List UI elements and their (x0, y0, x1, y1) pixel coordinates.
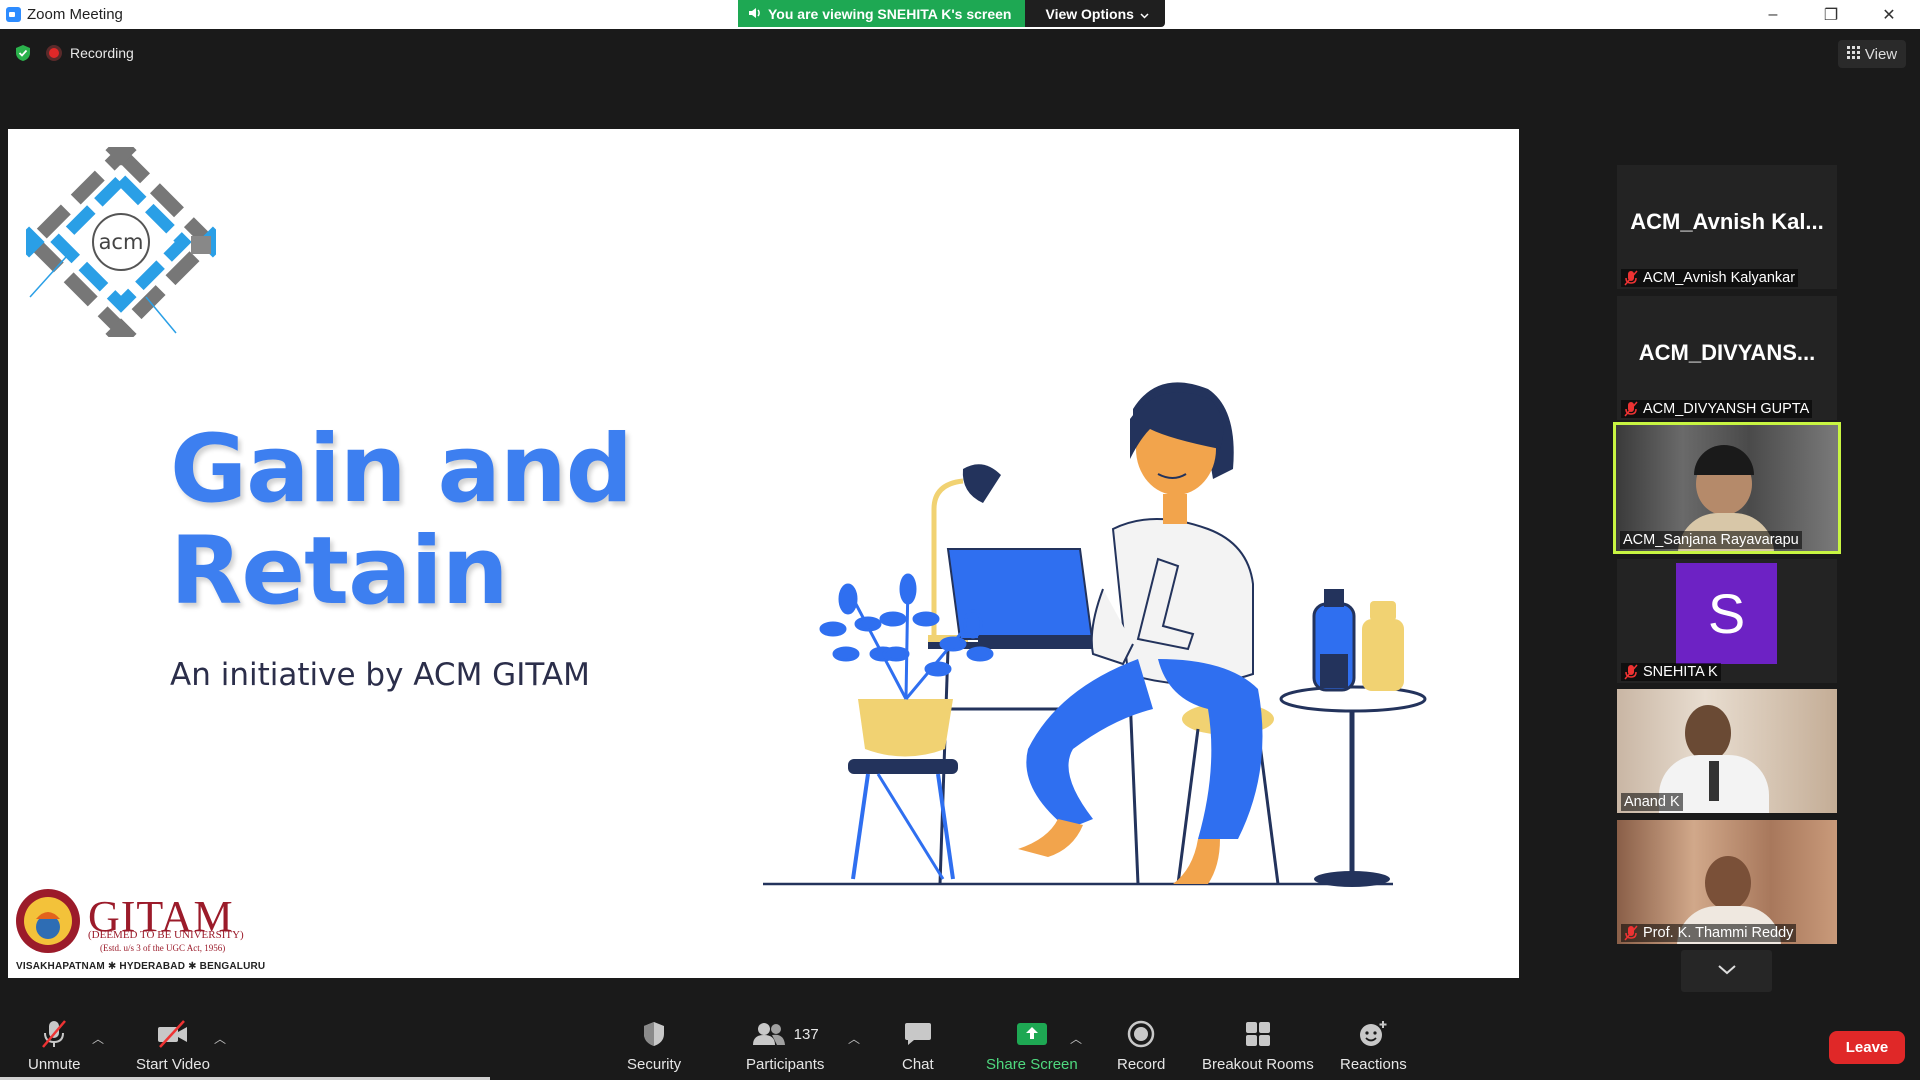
gitam-cities: VISAKHAPATNAM ✱ HYDERABAD ✱ BENGALURU (16, 961, 266, 972)
participant-display-name: ACM_DIVYANS... (1638, 340, 1816, 365)
shield-icon (641, 1018, 667, 1050)
video-off-icon (156, 1018, 190, 1050)
participant-label: ACM_DIVYANSH GUPTA (1621, 400, 1813, 418)
woman-at-desk-illustration (758, 259, 1458, 904)
participant-name: ACM_Avnish Kalyankar (1643, 270, 1796, 286)
unmute-label: Unmute (28, 1056, 81, 1073)
participants-button[interactable]: 137 Participants (746, 1018, 824, 1073)
participants-icon-group: 137 (752, 1018, 819, 1050)
share-screen-button[interactable]: Share Screen (986, 1018, 1078, 1073)
participant-name: ACM_DIVYANSH GUPTA (1643, 401, 1810, 417)
recording-dot-icon[interactable] (46, 45, 62, 61)
scroll-participants-down-button[interactable] (1681, 950, 1772, 992)
zoom-app-icon (6, 7, 21, 22)
smiley-plus-icon (1358, 1018, 1388, 1050)
share-screen-icon (1016, 1018, 1048, 1050)
slide-title: Gain and Retain (170, 415, 633, 626)
security-button[interactable]: Security (627, 1018, 681, 1073)
participants-count: 137 (793, 1025, 819, 1043)
view-options-button[interactable]: View Options (1025, 0, 1165, 27)
participant-name: ACM_Sanjana Rayavarapu (1623, 532, 1799, 548)
start-video-label: Start Video (136, 1056, 210, 1073)
record-label: Record (1117, 1056, 1166, 1073)
acm-logo-text: acm (99, 230, 144, 254)
share-screen-label: Share Screen (986, 1056, 1078, 1073)
participant-tile[interactable]: Anand K (1617, 689, 1837, 813)
participant-tile-speaking[interactable]: ACM_Sanjana Rayavarapu (1613, 422, 1841, 554)
window-titlebar: Zoom Meeting You are viewing SNEHITA K's… (0, 0, 1920, 29)
audio-options-caret-icon[interactable]: ︿ (92, 1030, 104, 1047)
grid-icon (1846, 45, 1860, 63)
participant-label: Prof. K. Thammi Reddy (1621, 924, 1797, 942)
chat-button[interactable]: Chat (902, 1018, 934, 1073)
unmute-button[interactable]: Unmute (28, 1018, 81, 1073)
participant-tile[interactable]: S SNEHITA K (1617, 559, 1837, 683)
chat-bubble-icon (904, 1018, 932, 1050)
breakout-rooms-button[interactable]: Breakout Rooms (1202, 1018, 1314, 1073)
people-icon (752, 1023, 785, 1045)
viewing-screen-label: You are viewing SNEHITA K's screen (738, 0, 1026, 27)
participant-label: SNEHITA K (1621, 663, 1721, 681)
participants-label: Participants (746, 1056, 825, 1073)
participant-tile[interactable]: ACM_Avnish Kal... ACM_Avnish Kalyankar (1617, 165, 1837, 289)
minimize-button[interactable]: – (1744, 0, 1802, 29)
viewing-text: You are viewing SNEHITA K's screen (768, 5, 1012, 22)
slide-subtitle: An initiative by ACM GITAM (170, 657, 590, 693)
participant-label: Anand K (1621, 793, 1683, 811)
mic-muted-icon (1624, 270, 1638, 286)
gitam-estd: (Estd. u/s 3 of the UGC Act, 1956) (100, 943, 226, 953)
mic-muted-icon (1624, 925, 1638, 941)
close-window-button[interactable]: ✕ (1860, 0, 1918, 29)
participant-name: Anand K (1624, 794, 1680, 810)
view-button[interactable]: View (1838, 40, 1906, 68)
participant-label: ACM_Avnish Kalyankar (1621, 269, 1799, 287)
mic-muted-icon (1624, 401, 1638, 417)
mic-muted-icon (1624, 664, 1638, 680)
record-icon (1127, 1018, 1155, 1050)
leave-button[interactable]: Leave (1829, 1031, 1905, 1064)
participant-name: SNEHITA K (1643, 664, 1718, 680)
start-video-button[interactable]: Start Video (136, 1018, 210, 1073)
speaker-icon (748, 6, 762, 22)
chevron-down-icon (1717, 962, 1736, 980)
breakout-rooms-icon (1245, 1018, 1271, 1050)
chat-label: Chat (902, 1056, 934, 1073)
breakout-rooms-label: Breakout Rooms (1202, 1056, 1314, 1073)
slide-title-line1: Gain and (170, 415, 633, 524)
reactions-button[interactable]: Reactions (1340, 1018, 1407, 1073)
gitam-deemed: (DEEMED TO BE UNIVERSITY) (88, 929, 244, 941)
mic-muted-icon (40, 1018, 68, 1050)
slide-title-line2: Retain (170, 517, 509, 626)
security-label: Security (627, 1056, 682, 1073)
participants-caret-icon[interactable]: ︿ (848, 1030, 860, 1047)
participant-avatar: S (1676, 563, 1777, 664)
shared-screen: acm Gain and Retain An initiative by ACM… (8, 129, 1519, 978)
video-options-caret-icon[interactable]: ︿ (214, 1030, 226, 1047)
participant-label: ACM_Sanjana Rayavarapu (1620, 531, 1802, 549)
gitam-seal-icon (14, 887, 82, 960)
participant-name: Prof. K. Thammi Reddy (1643, 925, 1794, 941)
encryption-shield-icon[interactable] (14, 44, 32, 62)
meeting-status-row: Recording (14, 44, 134, 62)
view-label: View (1864, 45, 1898, 63)
restore-button[interactable]: ❐ (1802, 0, 1860, 29)
acm-logo: acm (13, 134, 229, 350)
share-options-caret-icon[interactable]: ︿ (1070, 1030, 1082, 1047)
participant-display-name: ACM_Avnish Kal... (1630, 209, 1824, 234)
view-options-label: View Options (1045, 5, 1134, 22)
meeting-toolbar: Unmute ︿ Start Video ︿ Security 137 Part… (0, 1008, 1920, 1080)
window-title: Zoom Meeting (27, 6, 123, 23)
record-button[interactable]: Record (1117, 1018, 1165, 1073)
screen-share-banner: You are viewing SNEHITA K's screen View … (738, 0, 1165, 27)
participant-tile[interactable]: ACM_DIVYANS... ACM_DIVYANSH GUPTA (1617, 296, 1837, 420)
participant-tile[interactable]: Prof. K. Thammi Reddy (1617, 820, 1837, 944)
chevron-down-icon (1140, 6, 1149, 22)
recording-label: Recording (70, 45, 134, 61)
reactions-label: Reactions (1340, 1056, 1407, 1073)
